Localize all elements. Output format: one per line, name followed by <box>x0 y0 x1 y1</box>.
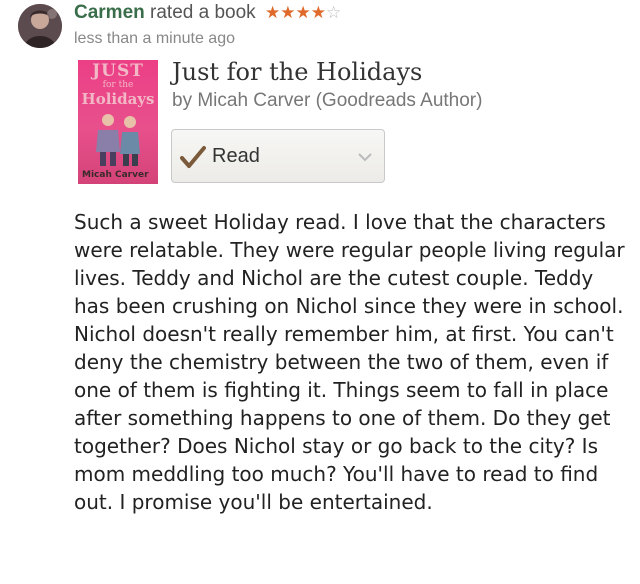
cover-illustration <box>96 114 140 166</box>
user-name-link[interactable]: Carmen <box>74 2 145 23</box>
activity-summary: Carmen rated a book ★★★★☆ <box>74 2 341 24</box>
shelf-status-label: Read <box>212 145 260 167</box>
shelf-status-button[interactable]: Read <box>171 129 385 183</box>
activity-timestamp: less than a minute ago <box>74 30 235 47</box>
review-body: Such a sweet Holiday read. I love that t… <box>74 210 625 514</box>
book-byline[interactable]: by Micah Carver (Goodreads Author) <box>172 90 482 112</box>
cover-title: JUST for the Holidays <box>78 61 158 108</box>
user-avatar[interactable] <box>18 4 62 48</box>
star-rating: ★★★★☆ <box>265 2 341 24</box>
cover-author: Micah Carver <box>82 170 149 180</box>
book-cover[interactable]: JUST for the Holidays Micah Carver <box>78 60 158 184</box>
activity-action: rated a book <box>150 2 256 23</box>
star-filled-icon: ★ <box>280 3 296 22</box>
avatar-image <box>18 4 62 48</box>
book-title-link[interactable]: Just for the Holidays <box>172 58 422 86</box>
star-empty-icon: ☆ <box>325 3 342 22</box>
chevron-down-icon[interactable] <box>358 152 372 162</box>
star-filled-icon: ★ <box>310 3 326 22</box>
cover-title-line3: Holidays <box>81 90 155 108</box>
star-filled-icon: ★ <box>295 3 311 22</box>
cover-title-line1: JUST <box>92 61 144 81</box>
check-icon <box>180 146 206 168</box>
star-filled-icon: ★ <box>264 3 281 22</box>
activity-header: Carmen rated a book ★★★★☆ less than a mi… <box>74 2 341 48</box>
